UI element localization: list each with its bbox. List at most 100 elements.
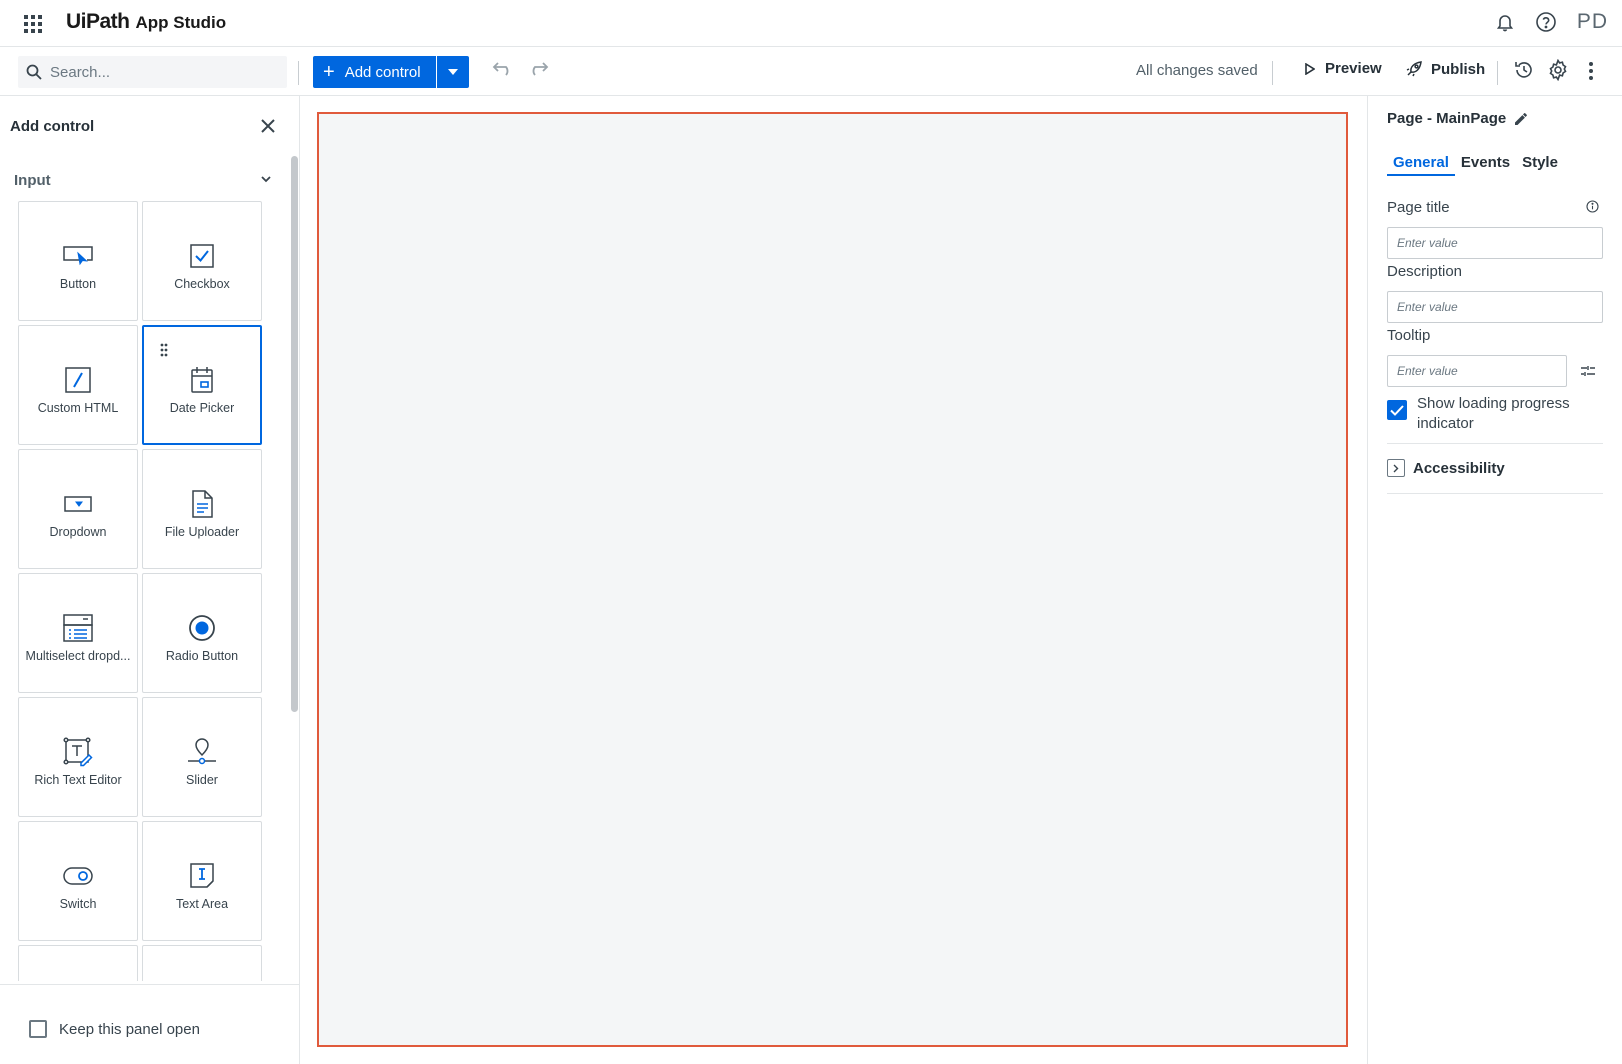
divider: [1387, 493, 1603, 494]
more-options-icon[interactable]: [1588, 61, 1594, 81]
control-tile-button[interactable]: Button: [18, 201, 138, 321]
tooltip-input[interactable]: [1397, 364, 1566, 378]
info-icon[interactable]: [1586, 200, 1599, 213]
switch-icon: [61, 861, 95, 891]
tab-general[interactable]: General: [1387, 154, 1455, 176]
add-control-dropdown-button[interactable]: [437, 56, 469, 88]
brand-name: UiPath: [66, 10, 130, 33]
bell-icon[interactable]: [1495, 12, 1515, 32]
slider-icon: [185, 737, 219, 767]
tab-style[interactable]: Style: [1516, 154, 1564, 176]
dropdown-icon: [61, 489, 95, 519]
tooltip-field[interactable]: [1387, 355, 1567, 387]
properties-panel: Page - MainPage General Events Style Pag…: [1367, 96, 1622, 1064]
pencil-icon[interactable]: [1506, 112, 1528, 126]
control-label: Dropdown: [49, 525, 107, 539]
accessibility-section[interactable]: Accessibility: [1387, 459, 1505, 477]
divider: [1387, 443, 1603, 444]
preview-label: Preview: [1325, 60, 1382, 77]
checkbox-checked[interactable]: [1387, 400, 1407, 420]
publish-button[interactable]: Publish: [1405, 60, 1485, 78]
preview-button[interactable]: Preview: [1305, 60, 1382, 77]
control-tile-partial[interactable]: [18, 945, 138, 981]
history-icon[interactable]: [1513, 59, 1535, 81]
control-tile-text-area[interactable]: Text Area: [142, 821, 262, 941]
properties-tabs: General Events Style: [1387, 154, 1564, 176]
properties-title: Page - MainPage: [1387, 110, 1507, 127]
control-tile-checkbox[interactable]: Checkbox: [142, 201, 262, 321]
description-label: Description: [1387, 263, 1463, 280]
checkbox-icon: [185, 241, 219, 271]
rich-text-editor-icon: [61, 737, 95, 767]
search-input[interactable]: [50, 63, 270, 81]
search-box[interactable]: [18, 56, 287, 88]
description-input[interactable]: [1397, 300, 1602, 314]
chevron-down-icon[interactable]: [260, 175, 272, 183]
gear-icon[interactable]: [1547, 59, 1569, 81]
control-tile-custom-html[interactable]: Custom HTML: [18, 325, 138, 445]
control-grid: Button Checkbox Custom HTML Date Picker …: [18, 201, 268, 981]
properties-header: Page - MainPage: [1387, 110, 1528, 127]
publish-label: Publish: [1431, 60, 1486, 78]
drag-handle-icon[interactable]: [160, 343, 168, 357]
control-tile-multiselect-dropdown[interactable]: Multiselect dropd...: [18, 573, 138, 693]
accessibility-label: Accessibility: [1413, 459, 1505, 477]
help-icon[interactable]: [1535, 11, 1557, 33]
control-tile-slider[interactable]: Slider: [142, 697, 262, 817]
control-tile-partial[interactable]: [142, 945, 262, 981]
plus-icon: +: [323, 61, 335, 83]
control-label: File Uploader: [164, 525, 240, 539]
keep-panel-open-checkbox[interactable]: Keep this panel open: [29, 1020, 200, 1038]
page-canvas[interactable]: [317, 112, 1348, 1047]
control-label: Radio Button: [165, 649, 239, 663]
toolbar-divider: [1497, 61, 1498, 85]
control-label: Checkbox: [174, 277, 230, 291]
keep-panel-open-label: Keep this panel open: [59, 1020, 200, 1038]
button-icon: [61, 241, 95, 271]
panel-title: Add control: [10, 118, 95, 135]
control-label: Custom HTML: [37, 401, 119, 415]
caret-down-icon: [448, 69, 458, 75]
app-logo[interactable]: UiPath App Studio: [66, 10, 226, 34]
search-icon: [26, 64, 42, 80]
checkbox-unchecked[interactable]: [29, 1020, 47, 1038]
tab-events[interactable]: Events: [1455, 154, 1516, 176]
toolbar-divider: [1272, 61, 1273, 85]
multiselect-dropdown-icon: [61, 613, 95, 643]
control-label: Multiselect dropd...: [25, 649, 131, 663]
panel-scrollbar[interactable]: [291, 156, 298, 712]
close-icon[interactable]: [260, 118, 276, 134]
product-name: App Studio: [135, 13, 227, 32]
loading-indicator-option[interactable]: Show loading progress indicator: [1387, 394, 1587, 434]
expression-editor-icon[interactable]: [1580, 365, 1596, 377]
avatar[interactable]: PD: [1577, 10, 1608, 34]
undo-icon[interactable]: [492, 61, 514, 77]
apps-grid-icon[interactable]: [24, 15, 42, 33]
loading-indicator-label: Show loading progress indicator: [1417, 395, 1570, 432]
toolbar: + Add control All changes saved Preview …: [0, 47, 1622, 96]
canvas-area: [301, 96, 1367, 1064]
rocket-icon: [1405, 60, 1423, 78]
page-title-input[interactable]: [1397, 236, 1602, 250]
control-tile-radio-button[interactable]: Radio Button: [142, 573, 262, 693]
description-field[interactable]: [1387, 291, 1603, 323]
chevron-right-icon: [1387, 459, 1405, 477]
control-tile-dropdown[interactable]: Dropdown: [18, 449, 138, 569]
control-tile-rich-text-editor[interactable]: Rich Text Editor: [18, 697, 138, 817]
control-label: Slider: [186, 773, 218, 787]
control-label: Rich Text Editor: [34, 773, 122, 787]
add-control-button[interactable]: + Add control: [313, 56, 436, 88]
control-label: Switch: [59, 897, 97, 911]
section-title-input[interactable]: Input: [14, 172, 51, 189]
tooltip-label: Tooltip: [1387, 327, 1431, 344]
control-tile-file-uploader[interactable]: File Uploader: [142, 449, 262, 569]
page-title-label: Page title: [1387, 199, 1450, 216]
page-title-field[interactable]: [1387, 227, 1603, 259]
control-tile-switch[interactable]: Switch: [18, 821, 138, 941]
panel-footer: Keep this panel open: [0, 984, 300, 1064]
control-label: Button: [59, 277, 97, 291]
redo-icon[interactable]: [527, 61, 549, 77]
text-area-icon: [185, 861, 219, 891]
control-tile-date-picker[interactable]: Date Picker: [142, 325, 262, 445]
top-bar: UiPath App Studio PD: [0, 0, 1622, 47]
